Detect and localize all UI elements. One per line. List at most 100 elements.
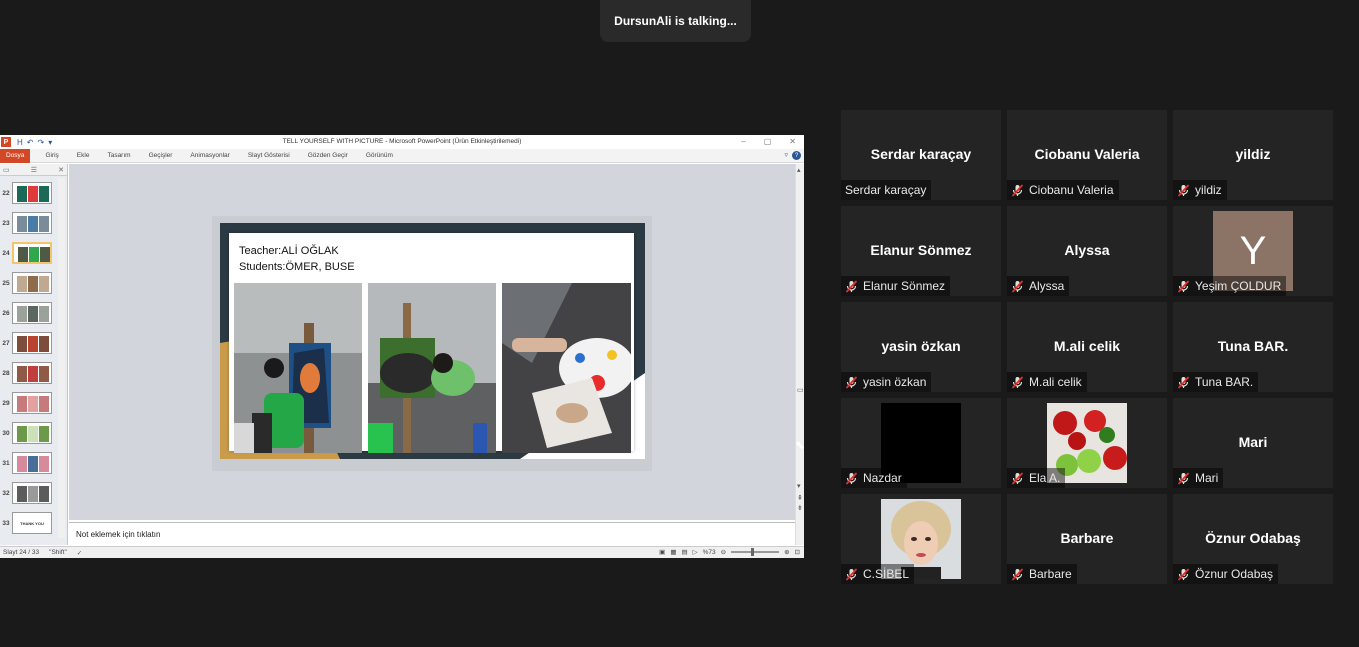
participant-tile[interactable]: Öznur Odabaş Öznur Odabaş	[1173, 494, 1333, 584]
slide-thumbnail[interactable]: 22	[0, 178, 58, 208]
muted-microphone-icon	[1177, 471, 1190, 485]
participant-tile[interactable]: Ela A.	[1007, 398, 1167, 488]
save-icon[interactable]: H	[17, 138, 23, 147]
slide-thumbnail-image[interactable]	[12, 362, 52, 384]
participant-tile[interactable]: yildiz yildiz	[1173, 110, 1333, 200]
slideshow-view-icon[interactable]: ▷	[693, 548, 698, 556]
current-slide[interactable]: Teacher:ALİ OĞLAK Students:ÖMER, BUSE	[212, 216, 652, 471]
slide-thumbnail-image[interactable]	[12, 452, 52, 474]
title-bar: P H ↶ ↷ ▾ TELL YOURSELF WITH PICTURE - M…	[0, 135, 804, 149]
zoom-slider[interactable]	[731, 548, 780, 556]
slide-thumbnail-image[interactable]	[12, 302, 52, 324]
teacher-text[interactable]: Teacher:ALİ OĞLAK	[239, 245, 339, 257]
photo-painting-boy[interactable]	[234, 283, 362, 453]
participant-tile[interactable]: Mari Mari	[1173, 398, 1333, 488]
muted-microphone-icon	[845, 279, 858, 293]
tab-insert[interactable]: Ekle	[68, 152, 99, 159]
reading-view-icon[interactable]: ▤	[681, 548, 687, 556]
participant-name-label: yildiz	[1173, 180, 1227, 200]
participant-name-label: yasin özkan	[841, 372, 932, 392]
slide-counter: Slayt 24 / 33	[3, 549, 40, 556]
tab-animations[interactable]: Animasyonlar	[181, 152, 238, 159]
participant-tile[interactable]: Nazdar	[841, 398, 1001, 488]
slide-thumbnail-image[interactable]	[12, 392, 52, 414]
slide-editing-area[interactable]: Teacher:ALİ OĞLAK Students:ÖMER, BUSE	[69, 164, 795, 520]
slide-thumbnail-image[interactable]	[12, 212, 52, 234]
customize-qat-icon[interactable]: ▾	[48, 138, 52, 147]
tab-slideshow[interactable]: Slayt Gösterisi	[239, 152, 299, 159]
tab-transitions[interactable]: Geçişler	[140, 152, 182, 159]
minimize-icon[interactable]: –	[741, 137, 745, 146]
photo-palette[interactable]	[502, 283, 631, 453]
participant-label-text: M.ali celik	[1029, 375, 1082, 389]
participant-tile[interactable]: yasin özkan yasin özkan	[841, 302, 1001, 392]
close-icon[interactable]: ✕	[789, 137, 796, 146]
participant-tile[interactable]: Elanur Sönmez Elanur Sönmez	[841, 206, 1001, 296]
outline-tab-icon[interactable]: ☰	[31, 166, 37, 174]
slide-thumbnail-image[interactable]: THANK YOU	[12, 512, 52, 534]
participant-tile[interactable]: Alyssa Alyssa	[1007, 206, 1167, 296]
participant-tile[interactable]: C.SİBEL	[841, 494, 1001, 584]
notes-pane[interactable]: Not eklemek için tıklatın	[69, 522, 795, 546]
thumbnail-scrollbar[interactable]	[58, 178, 65, 538]
muted-microphone-icon	[1011, 375, 1024, 389]
language-check-icon[interactable]: ✓	[77, 549, 82, 557]
slide-thumbnail-number: 23	[2, 219, 10, 227]
muted-microphone-icon	[1011, 471, 1024, 485]
slide-sorter-icon[interactable]: ▦	[670, 548, 676, 556]
zoom-in-icon[interactable]: ⊕	[784, 548, 789, 556]
participant-tile[interactable]: Ciobanu Valeria Ciobanu Valeria	[1007, 110, 1167, 200]
slide-thumbnail-image[interactable]	[12, 182, 52, 204]
slide-thumbnail-image[interactable]	[12, 242, 52, 264]
slide-thumbnail[interactable]: 25	[0, 268, 58, 298]
slide-thumbnail-image[interactable]	[12, 332, 52, 354]
slide-thumbnail[interactable]: 26	[0, 298, 58, 328]
photo-painting-girl[interactable]	[368, 283, 496, 453]
participant-name-label: C.SİBEL	[841, 564, 915, 584]
slide-vertical-scrollbar[interactable]: ▴ ▭ ▾ ⇞ ⇟	[795, 164, 804, 545]
slide-thumbnail-image[interactable]	[12, 272, 52, 294]
maximize-icon[interactable]: ▢	[764, 137, 772, 146]
muted-microphone-icon	[845, 375, 858, 389]
slide-thumbnail[interactable]: 30	[0, 418, 58, 448]
participant-tile[interactable]: Tuna BAR. Tuna BAR.	[1173, 302, 1333, 392]
zoom-out-icon[interactable]: ⊖	[721, 548, 726, 556]
participant-tile[interactable]: Serdar karaçay Serdar karaçay	[841, 110, 1001, 200]
close-pane-icon[interactable]: ✕	[58, 166, 64, 174]
participant-tile[interactable]: Barbare Barbare	[1007, 494, 1167, 584]
participant-tile[interactable]: Y Yeşim ÇOLDUR	[1173, 206, 1333, 296]
slide-thumbnail-image[interactable]	[12, 482, 52, 504]
slide-thumbnail-number: 30	[2, 429, 10, 437]
ribbon-collapse-icon[interactable]: ▿	[784, 151, 788, 160]
slide-thumbnail[interactable]: 24	[0, 238, 58, 268]
students-text[interactable]: Students:ÖMER, BUSE	[239, 261, 355, 273]
participant-name-label: Tuna BAR.	[1173, 372, 1259, 392]
slides-tab-icon[interactable]: ▭	[3, 166, 10, 174]
tab-file[interactable]: Dosya	[0, 148, 31, 163]
participant-label-text: Tuna BAR.	[1195, 375, 1254, 389]
zoom-level[interactable]: %73	[703, 549, 716, 556]
tab-review[interactable]: Gözden Geçir	[299, 152, 357, 159]
normal-view-icon[interactable]: ▣	[659, 548, 665, 556]
participant-label-text: Serdar karaçay	[845, 183, 927, 197]
slide-thumbnail[interactable]: 33 THANK YOU	[0, 508, 58, 538]
tab-home[interactable]: Giriş	[36, 152, 67, 159]
ribbon-tabs: Dosya Giriş Ekle Tasarım Geçişler Animas…	[0, 148, 804, 163]
slide-thumbnail[interactable]: 27	[0, 328, 58, 358]
window-controls: – ▢ ✕	[741, 137, 796, 146]
participant-tile[interactable]: M.ali celik M.ali celik	[1007, 302, 1167, 392]
slide-thumbnail[interactable]: 32	[0, 478, 58, 508]
powerpoint-logo-icon[interactable]: P	[1, 137, 11, 147]
slide-thumbnail[interactable]: 23	[0, 208, 58, 238]
participant-label-text: Elanur Sönmez	[863, 279, 946, 293]
help-icon[interactable]: ?	[792, 151, 801, 160]
slide-thumbnail[interactable]: 29	[0, 388, 58, 418]
redo-icon[interactable]: ↷	[37, 138, 44, 147]
tab-design[interactable]: Tasarım	[98, 152, 139, 159]
tab-view[interactable]: Görünüm	[357, 152, 402, 159]
slide-thumbnail[interactable]: 31	[0, 448, 58, 478]
slide-thumbnail-image[interactable]	[12, 422, 52, 444]
slide-thumbnail[interactable]: 28	[0, 358, 58, 388]
undo-icon[interactable]: ↶	[27, 138, 34, 147]
fit-to-window-icon[interactable]: ⊡	[795, 548, 800, 556]
